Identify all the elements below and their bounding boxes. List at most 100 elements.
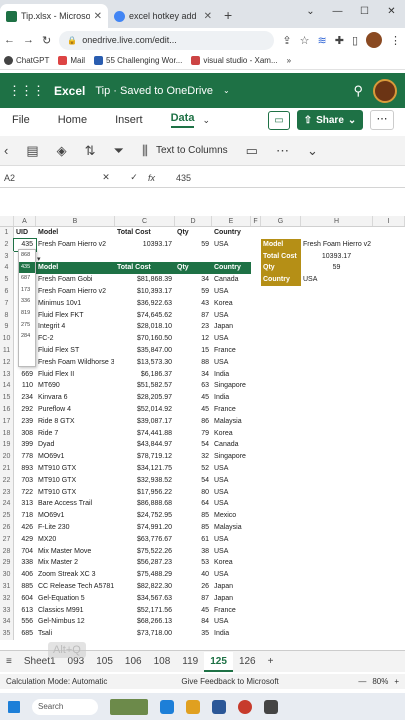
cell-e[interactable]: Korea (212, 298, 251, 310)
cell-f[interactable] (251, 451, 261, 463)
cell-i[interactable] (373, 593, 405, 605)
cell-i[interactable] (373, 569, 405, 581)
cell-b[interactable]: CC Release Tech A5781M (36, 581, 115, 593)
cell-e[interactable]: France (212, 404, 251, 416)
column-header[interactable]: A (14, 216, 36, 226)
cell-f[interactable] (251, 605, 261, 617)
cell-b[interactable]: Pureflow 4 (36, 404, 115, 416)
cell-i[interactable] (373, 498, 405, 510)
cell-b[interactable]: Gel-Equation 5 (36, 593, 115, 605)
tab-tip-xlsx[interactable]: Tip.xlsx - Microsoft ✕ (0, 4, 108, 28)
cell-e[interactable]: France (212, 605, 251, 617)
cell-f[interactable] (251, 404, 261, 416)
cell-a[interactable]: 893 (14, 463, 36, 475)
cell-d[interactable]: 38 (175, 546, 212, 558)
row-number[interactable]: 8 (0, 309, 14, 322)
cell-b[interactable]: Minimus 10v1 (36, 298, 115, 310)
row-number[interactable]: 25 (0, 510, 14, 522)
cell-d[interactable] (175, 251, 212, 263)
cell-i[interactable] (373, 321, 405, 333)
search-icon[interactable]: ⚲ (353, 83, 363, 99)
cell-b[interactable]: Ride 7 (36, 428, 115, 440)
row-number[interactable]: 6 (0, 285, 14, 298)
reload-icon[interactable]: ↻ (42, 34, 51, 47)
name-box[interactable]: A2 (0, 173, 92, 183)
cell-e[interactable]: USA (212, 333, 251, 345)
cell-g[interactable] (261, 487, 301, 499)
cell-b[interactable]: Zoom Streak XC 3 (36, 569, 115, 581)
cell-d[interactable]: 34 (175, 369, 212, 381)
cell-h[interactable] (301, 628, 373, 640)
cell-b[interactable]: Mix Master Move (36, 546, 115, 558)
cell-b[interactable]: MT910 GTX (36, 475, 115, 487)
cell-b[interactable]: Fluid Flex II (36, 369, 115, 381)
cell-f[interactable] (251, 357, 261, 369)
comment-button[interactable]: ▭ (268, 111, 290, 130)
cell-c[interactable]: $36,922.63 (115, 298, 175, 310)
cell-a[interactable]: 556 (14, 616, 36, 628)
cell-h[interactable] (301, 557, 373, 569)
row-number[interactable]: 32 (0, 592, 14, 605)
cell-f[interactable] (251, 463, 261, 475)
taskbar-search[interactable]: Search (32, 698, 98, 715)
cell-d[interactable]: 23 (175, 321, 212, 333)
cell-e[interactable]: Malaysia (212, 522, 251, 534)
cell-c[interactable]: $52,014.92 (115, 404, 175, 416)
cell-c[interactable]: $74,991.20 (115, 522, 175, 534)
cell-c[interactable]: $34,567.63 (115, 593, 175, 605)
cell-a[interactable]: 704 (14, 546, 36, 558)
cell-i[interactable] (373, 428, 405, 440)
cell-f[interactable] (251, 286, 261, 298)
cell-i[interactable] (373, 227, 405, 239)
row-number[interactable]: 4 (0, 262, 14, 275)
cell-c[interactable]: $34,121.75 (115, 463, 175, 475)
cell-e[interactable]: Country (212, 262, 251, 275)
text-to-columns-icon[interactable]: ⫼ (142, 143, 148, 159)
forward-icon[interactable]: → (23, 34, 34, 46)
cell-c[interactable]: $43,844.97 (115, 439, 175, 451)
windows-start-icon[interactable] (8, 700, 20, 713)
row-number[interactable]: 13 (0, 368, 14, 381)
bookmark-star-icon[interactable]: ☆ (300, 34, 310, 47)
cell-g[interactable] (261, 628, 301, 640)
row-number[interactable]: 35 (0, 628, 14, 640)
sheet-nav-icon[interactable]: ≡ (0, 656, 18, 667)
cell-d[interactable]: 59 (175, 286, 212, 298)
cell-h[interactable] (301, 428, 373, 440)
cell-g[interactable] (261, 416, 301, 428)
dropdown-icon[interactable]: ⌄ (297, 6, 324, 17)
minimize-icon[interactable]: — (324, 6, 351, 17)
row-number[interactable]: 17 (0, 415, 14, 428)
cell-c[interactable]: $28,018.10 (115, 321, 175, 333)
cell-a[interactable]: 685 (14, 628, 36, 640)
cell-c[interactable]: $39,087.17 (115, 416, 175, 428)
cell-b[interactable]: Fluid Flex ST (36, 345, 115, 357)
cell-b[interactable]: MT910 GTX (36, 463, 115, 475)
cell-e[interactable]: USA (212, 310, 251, 322)
cell-e[interactable]: India (212, 628, 251, 640)
cell-e[interactable]: India (212, 369, 251, 381)
cell-a[interactable]: 778 (14, 451, 36, 463)
widget-image[interactable] (110, 698, 148, 715)
cell-c[interactable]: $51,582.57 (115, 380, 175, 392)
cell-h[interactable] (301, 605, 373, 617)
row-number[interactable]: 33 (0, 604, 14, 617)
row-number[interactable]: 21 (0, 462, 14, 475)
cell-b[interactable]: MX20 (36, 534, 115, 546)
cell-b[interactable]: MO69v1 (36, 510, 115, 522)
cell-a[interactable]: 718 (14, 510, 36, 522)
cell-d[interactable]: 15 (175, 345, 212, 357)
dropdown-option[interactable]: 336 (19, 296, 35, 308)
app-icon[interactable] (186, 699, 200, 714)
row-number[interactable]: 5 (0, 274, 14, 286)
cell-h[interactable] (301, 581, 373, 593)
cell-f[interactable] (251, 522, 261, 534)
cell-g[interactable] (261, 298, 301, 310)
cell-b[interactable]: F-Lite 230 (36, 522, 115, 534)
cell-c[interactable]: $68,266.13 (115, 616, 175, 628)
cell-h[interactable] (301, 345, 373, 357)
cell-d[interactable]: 64 (175, 498, 212, 510)
cell-h[interactable] (301, 392, 373, 404)
cell-d[interactable]: 85 (175, 522, 212, 534)
cell-e[interactable]: USA (212, 616, 251, 628)
